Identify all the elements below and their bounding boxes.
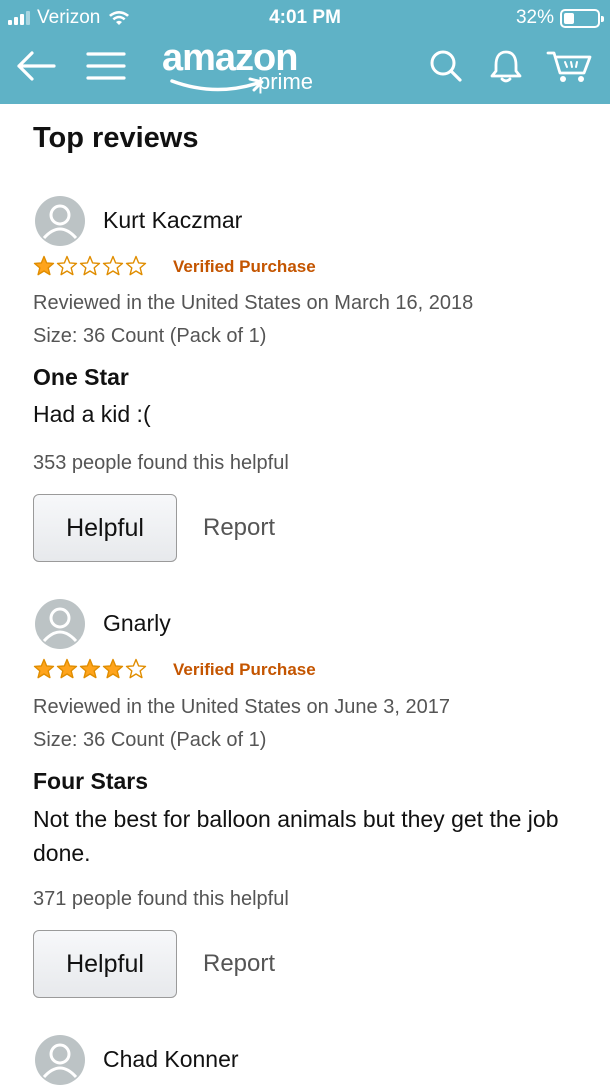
helpful-button[interactable]: Helpful [33,930,177,998]
report-link[interactable]: Report [203,950,275,978]
helpful-button[interactable]: Helpful [33,494,177,562]
helpful-count: 353 people found this helpful [33,452,289,474]
back-arrow-icon[interactable] [14,44,58,88]
status-bar: Verizon 4:01 PM 32% [0,0,610,36]
amazon-prime-logo[interactable]: amazon prime [160,37,330,99]
top-reviews-heading: Top reviews [33,122,199,154]
star-rating [33,255,147,277]
report-link[interactable]: Report [203,514,275,542]
avatar[interactable] [35,1035,85,1085]
review-size: Size: 36 Count (Pack of 1) [33,325,267,347]
helpful-count: 371 people found this helpful [33,888,289,910]
person-icon [42,204,78,240]
avatar[interactable] [35,599,85,649]
cart-icon[interactable] [544,44,596,88]
star-filled-icon [33,658,55,679]
person-icon [42,1043,78,1079]
search-icon[interactable] [426,44,466,88]
reviewer-name[interactable]: Kurt Kaczmar [103,207,242,234]
verified-purchase-badge: Verified Purchase [173,257,316,276]
reviewer-name[interactable]: Gnarly [103,610,171,637]
reviewer-name[interactable]: Chad Konner [103,1046,239,1073]
star-empty-icon [125,658,147,679]
verified-purchase-badge: Verified Purchase [173,660,316,679]
battery-icon [560,8,604,28]
star-filled-icon [33,255,55,276]
avatar[interactable] [35,196,85,246]
person-icon [42,607,78,643]
logo-smile-icon [170,77,264,92]
star-filled-icon [102,658,124,679]
star-empty-icon [125,255,147,276]
menu-icon[interactable] [84,44,128,88]
review-title[interactable]: Four Stars [33,768,148,795]
review-body: Not the best for balloon animals but the… [33,806,559,866]
review-title[interactable]: One Star [33,364,129,391]
review-size: Size: 36 Count (Pack of 1) [33,729,267,751]
bell-icon[interactable] [486,44,526,88]
star-empty-icon [56,255,78,276]
star-empty-icon [79,255,101,276]
review-date: Reviewed in the United States on June 3,… [33,696,450,718]
app-header: Verizon 4:01 PM 32% amazon prime [0,0,610,104]
star-filled-icon [79,658,101,679]
battery-percent: 32% [515,7,554,28]
review-body: Had a kid :( [33,401,151,427]
star-empty-icon [102,255,124,276]
star-filled-icon [56,658,78,679]
star-rating [33,658,147,680]
review-date: Reviewed in the United States on March 1… [33,292,474,314]
